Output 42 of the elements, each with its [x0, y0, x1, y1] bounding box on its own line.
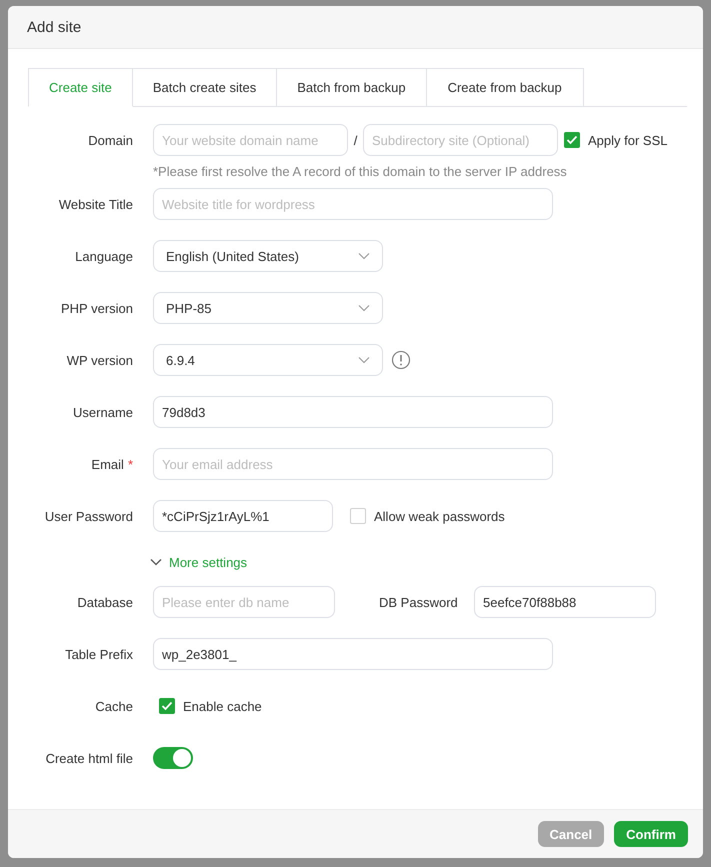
field-label: Cache: [95, 698, 133, 714]
checkbox[interactable]: [564, 132, 580, 148]
input-field[interactable]: 79d8d3: [153, 396, 553, 428]
input-field[interactable]: Website title for wordpress: [153, 188, 553, 220]
chevron-down-icon: [358, 356, 370, 364]
required-mark: *: [128, 456, 133, 472]
select-field[interactable]: English (United States): [153, 240, 383, 272]
toggle-switch[interactable]: [153, 747, 193, 769]
chevron-down-icon: [358, 304, 370, 312]
field-label: Database: [77, 594, 133, 610]
field-label: Table Prefix: [65, 646, 133, 662]
input-field[interactable]: *cCiPrSjz1rAyL%1: [153, 500, 333, 532]
tab[interactable]: Batch create sites: [132, 68, 278, 107]
checkbox[interactable]: [350, 508, 366, 524]
field-label: Domain: [88, 132, 133, 148]
dialog-title: Add site: [27, 18, 82, 36]
field-label: Language: [75, 248, 133, 264]
field-label: Create html file: [46, 750, 133, 766]
field-label: Website Title: [58, 196, 133, 212]
tab[interactable]: Create from backup: [426, 68, 584, 107]
tab[interactable]: Batch from backup: [277, 68, 427, 107]
select-field[interactable]: PHP-85: [153, 292, 383, 324]
separator: /: [352, 132, 358, 148]
field-label: WP version: [66, 352, 133, 368]
select-field[interactable]: 6.9.4: [153, 344, 383, 376]
chevron-down-icon: [150, 558, 162, 566]
input-field[interactable]: wp_2e3801_: [153, 638, 553, 670]
checkbox-label: Apply for SSL: [588, 132, 668, 148]
input-field[interactable]: Your website domain name: [153, 124, 348, 156]
hint-text: *Please first resolve the A record of this domain to the server IP address: [153, 164, 568, 180]
input-field[interactable]: Please enter db name: [153, 586, 335, 618]
field-label: PHP version: [60, 300, 133, 316]
input-field[interactable]: Your email address: [153, 448, 553, 480]
input-field[interactable]: Subdirectory site (Optional): [363, 124, 558, 156]
checkbox-label: Allow weak passwords: [374, 508, 505, 524]
field-label: Username: [73, 404, 133, 420]
chevron-down-icon: [358, 252, 370, 260]
checkbox[interactable]: [159, 698, 175, 714]
field-label: Email: [91, 456, 124, 472]
field-label: User Password: [44, 508, 133, 524]
input-field[interactable]: 5eefce70f88b88: [474, 586, 656, 618]
checkbox-label: Enable cache: [183, 698, 262, 714]
